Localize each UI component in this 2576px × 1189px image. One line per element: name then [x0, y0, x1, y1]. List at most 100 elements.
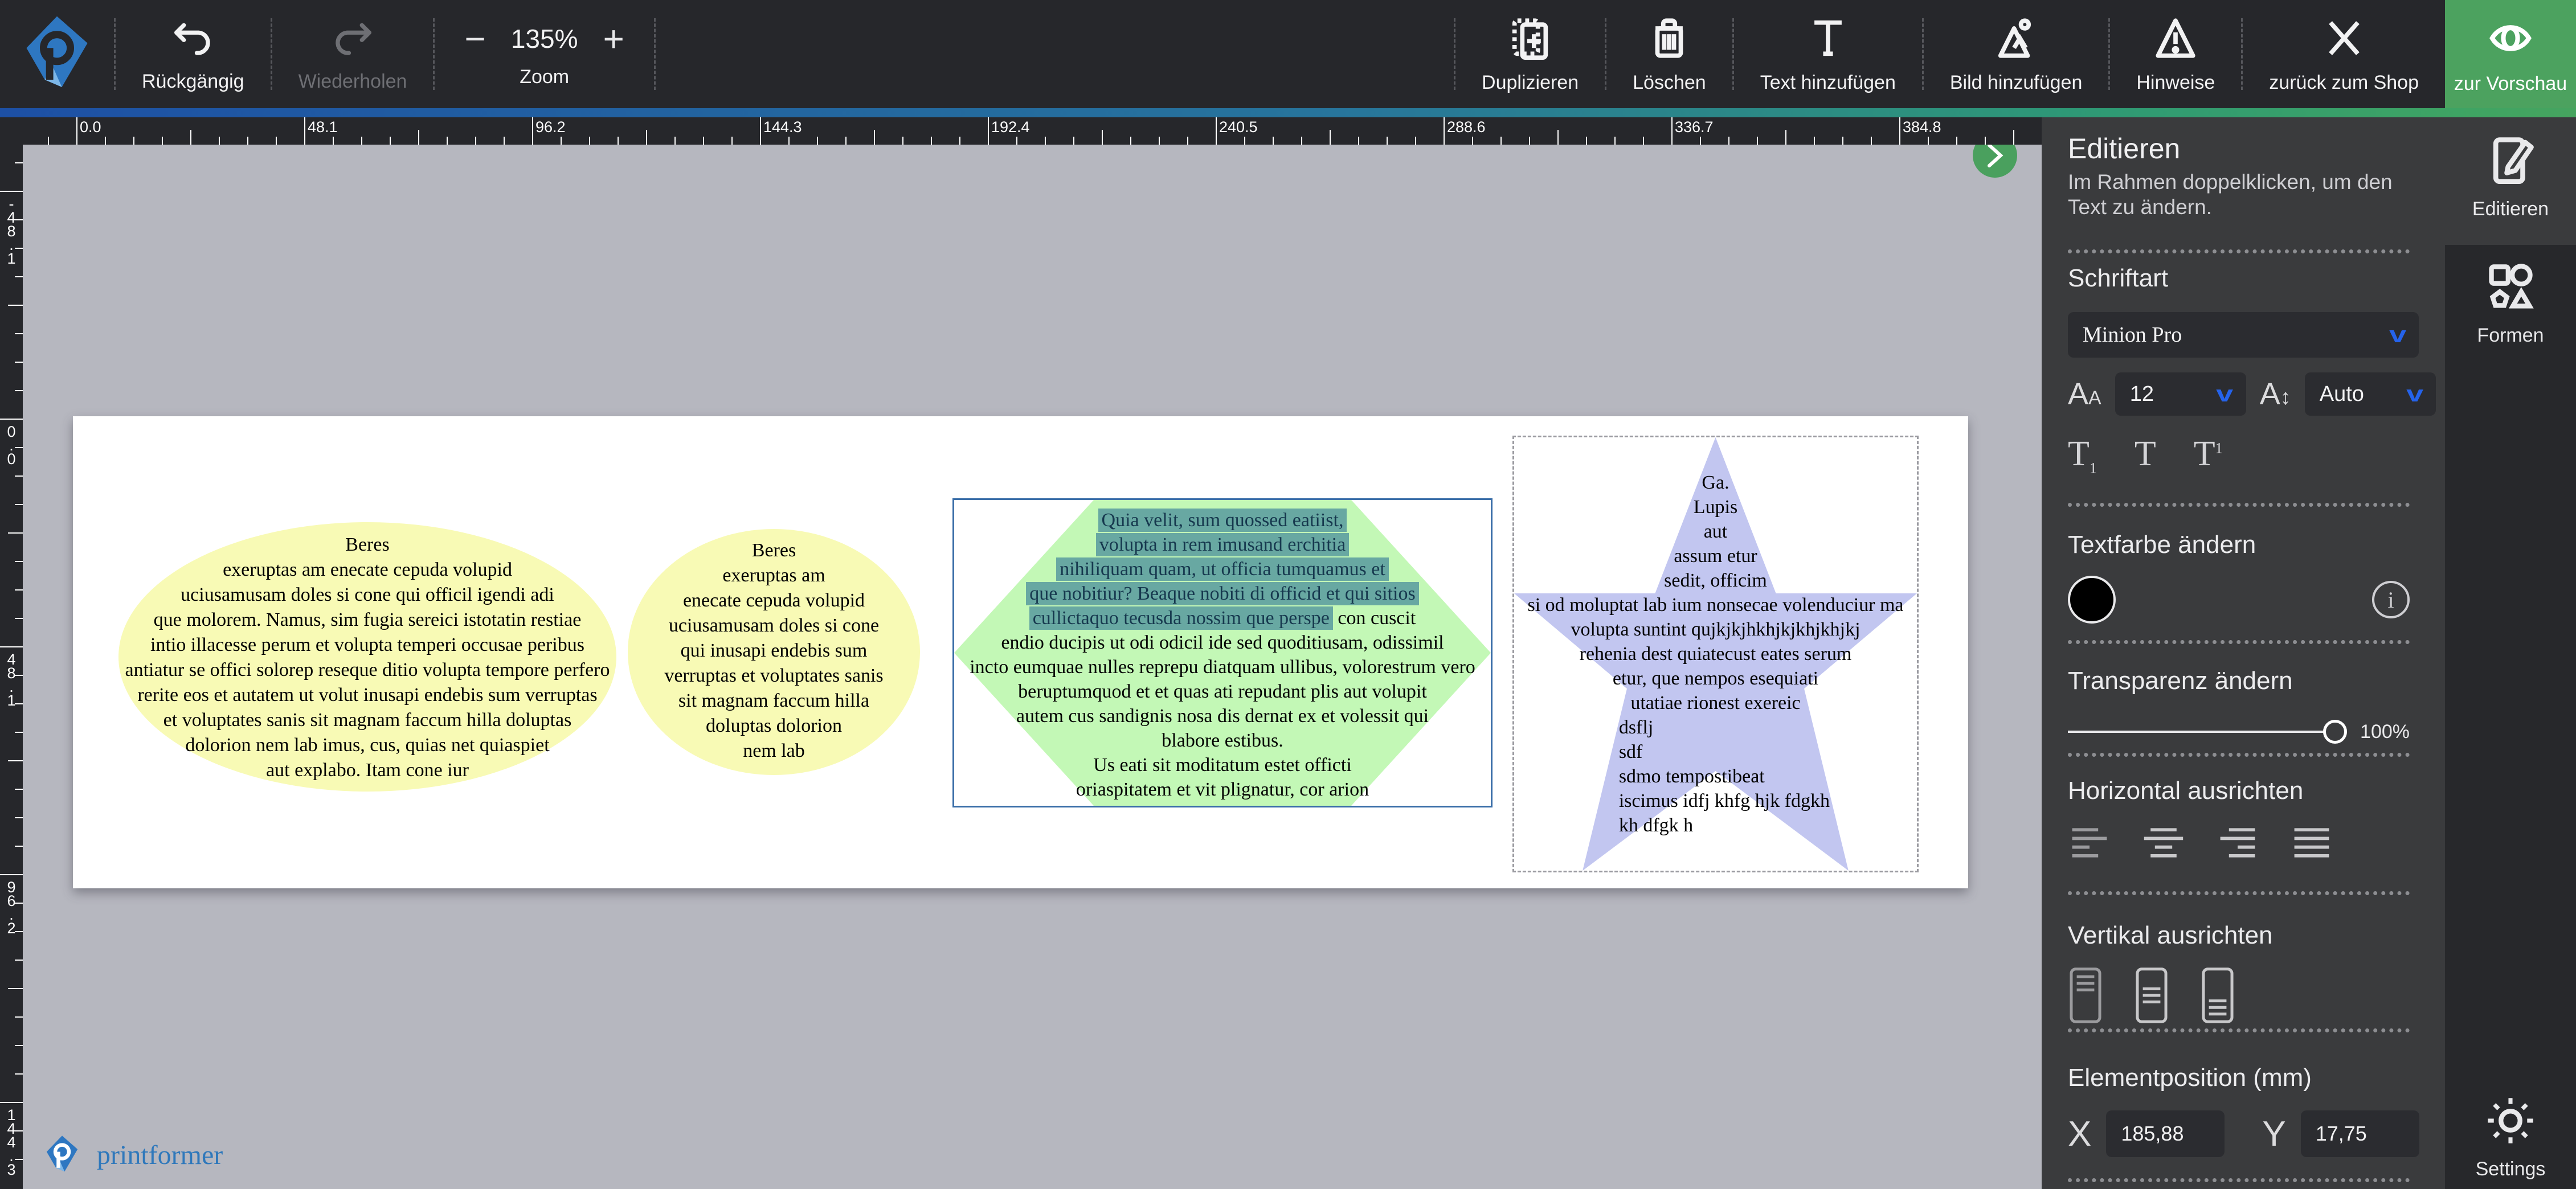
- ruler-tick: [1700, 137, 1701, 145]
- ruler-tick: [447, 137, 448, 145]
- undo-button[interactable]: Rückgängig: [116, 0, 271, 108]
- text-line: intio illacesse perum et volupta temperi…: [118, 633, 616, 658]
- ruler-tick: [1244, 137, 1245, 145]
- superscript-button[interactable]: T1: [2194, 434, 2223, 477]
- star-selection-frame[interactable]: Ga.Lupisautassum etursedit, officimsi od…: [1512, 436, 1919, 872]
- divider: [2068, 891, 2410, 895]
- ruler-tick: [15, 1016, 23, 1018]
- text-ellipse-small[interactable]: Beresexeruptas amenecate cepuda volupidu…: [628, 529, 920, 775]
- ruler-label: 96.2: [2, 879, 20, 933]
- ruler-corner: [0, 117, 23, 145]
- zoom-out-button[interactable]: −: [464, 20, 485, 57]
- back-to-shop-button[interactable]: zurück zum Shop: [2243, 0, 2445, 108]
- align-right-icon[interactable]: [2216, 821, 2259, 864]
- hints-label: Hinweise: [2136, 72, 2215, 94]
- ruler-tick: [1985, 137, 1986, 145]
- ruler-tick: [1187, 137, 1188, 145]
- text-line: beruptumquod et et quas ati repudant pli…: [954, 679, 1491, 704]
- ruler-tick: [1928, 137, 1929, 145]
- add-text-button[interactable]: Text hinzufügen: [1734, 0, 1922, 108]
- hints-button[interactable]: Hinweise: [2110, 0, 2241, 108]
- text-line: rerite eos et autatem ut volut inusapi e…: [118, 683, 616, 708]
- printformer-editor: Rückgängig Wiederholen − 135% + Zoom: [0, 0, 2576, 1189]
- redo-button[interactable]: Wiederholen: [272, 0, 434, 108]
- line-height-dropdown[interactable]: Auto v: [2305, 372, 2436, 416]
- y-position-input[interactable]: [2301, 1110, 2419, 1157]
- brand-name: printformer: [97, 1139, 223, 1171]
- ruler-tick: [8, 305, 23, 306]
- vertical-ruler: -48.10.048.196.2144.3: [0, 145, 23, 1189]
- app-logo[interactable]: [0, 0, 114, 108]
- font-size-dropdown[interactable]: 12 v: [2115, 372, 2246, 416]
- slider-handle[interactable]: [2323, 720, 2347, 744]
- tab-settings-label: Settings: [2476, 1158, 2546, 1180]
- tab-formen[interactable]: Formen: [2445, 246, 2576, 360]
- undo-icon: [171, 16, 215, 60]
- ruler-tick: [817, 137, 818, 145]
- panel-rail: Editieren Formen Settings: [2445, 117, 2576, 1189]
- tab-editieren[interactable]: Editieren: [2445, 117, 2576, 245]
- ruler-tick: [1358, 137, 1359, 145]
- ruler-tick: [15, 1045, 23, 1046]
- align-justify-icon[interactable]: [2290, 821, 2333, 864]
- valign-middle-icon[interactable]: [2134, 966, 2169, 1025]
- ruler-tick: [0, 191, 23, 192]
- text-line: Beres: [118, 532, 616, 557]
- ruler-tick: [1586, 137, 1587, 145]
- align-center-icon[interactable]: [2142, 821, 2185, 864]
- preview-button[interactable]: zur Vorschau: [2445, 0, 2576, 108]
- ruler-tick: [333, 137, 334, 145]
- ruler-tick: [15, 732, 23, 733]
- subscript-button[interactable]: T1: [2068, 434, 2097, 477]
- close-icon: [2321, 15, 2368, 62]
- zoom-controls: − 135% + Zoom: [435, 0, 653, 108]
- ruler-label: 336.7: [1675, 118, 1714, 136]
- preview-label: zur Vorschau: [2454, 73, 2567, 95]
- font-family-dropdown[interactable]: Minion Pro v: [2068, 312, 2419, 358]
- ruler-tick: [788, 137, 790, 145]
- valign-bottom-icon[interactable]: [2200, 966, 2235, 1025]
- ruler-tick: [1728, 137, 1729, 145]
- ruler-tick: [845, 137, 847, 145]
- ruler-label: 144.3: [763, 118, 802, 136]
- next-page-button[interactable]: [1973, 145, 2017, 178]
- star-text[interactable]: Ga.Lupisautassum etursedit, officimsi od…: [1514, 437, 1917, 871]
- transparency-slider[interactable]: 100%: [2068, 720, 2410, 744]
- x-position-input[interactable]: [2106, 1110, 2225, 1157]
- ruler-tick: [646, 130, 647, 145]
- text-color-swatch[interactable]: [2068, 576, 2116, 624]
- tab-settings[interactable]: Settings: [2445, 1080, 2576, 1188]
- ruler-tick: [15, 362, 23, 363]
- font-size-value: 12: [2130, 382, 2154, 407]
- ruler-tick: [1557, 130, 1559, 145]
- canvas-area[interactable]: Beresexeruptas am enecate cepuda volupid…: [23, 145, 2042, 1189]
- divider: [2068, 1178, 2410, 1182]
- text-line: kh dfgk h: [1514, 813, 1917, 838]
- add-image-button[interactable]: Bild hinzufügen: [1924, 0, 2109, 108]
- normal-script-button[interactable]: T: [2135, 434, 2156, 477]
- duplicate-label: Duplizieren: [1482, 72, 1579, 94]
- document-page: Beresexeruptas am enecate cepuda volupid…: [73, 416, 1968, 888]
- ruler-tick: [15, 589, 23, 591]
- zoom-in-button[interactable]: +: [603, 20, 624, 57]
- text-line: volupta in rem imusand erchitia: [954, 532, 1491, 557]
- hexagon-text[interactable]: Quia velit, sum quossed eatiist,volupta …: [954, 500, 1491, 806]
- slider-track[interactable]: [2068, 731, 2336, 733]
- text-line: exeruptas am: [628, 563, 920, 588]
- redo-label: Wiederholen: [299, 71, 407, 93]
- hexagon-selection-frame[interactable]: Quia velit, sum quossed eatiist,volupta …: [952, 498, 1493, 807]
- text-ellipse-large[interactable]: Beresexeruptas am enecate cepuda volupid…: [118, 522, 616, 792]
- ruler-tick: [276, 137, 277, 145]
- valign-top-icon[interactable]: [2068, 966, 2103, 1025]
- tab-editieren-label: Editieren: [2472, 198, 2549, 220]
- delete-button[interactable]: Löschen: [1606, 0, 1732, 108]
- info-icon[interactable]: i: [2372, 581, 2410, 618]
- ruler-tick: [760, 117, 761, 145]
- duplicate-button[interactable]: Duplizieren: [1455, 0, 1605, 108]
- text-line: antiatur se offici solorep reseque ditio…: [118, 658, 616, 683]
- text-line: Lupis: [1514, 495, 1917, 519]
- ruler-label: 48.1: [2, 651, 20, 706]
- text-line: que nobitiur? Beaque nobiti di officid e…: [954, 581, 1491, 606]
- align-left-icon[interactable]: [2068, 821, 2111, 864]
- ruler-tick: [0, 646, 23, 647]
